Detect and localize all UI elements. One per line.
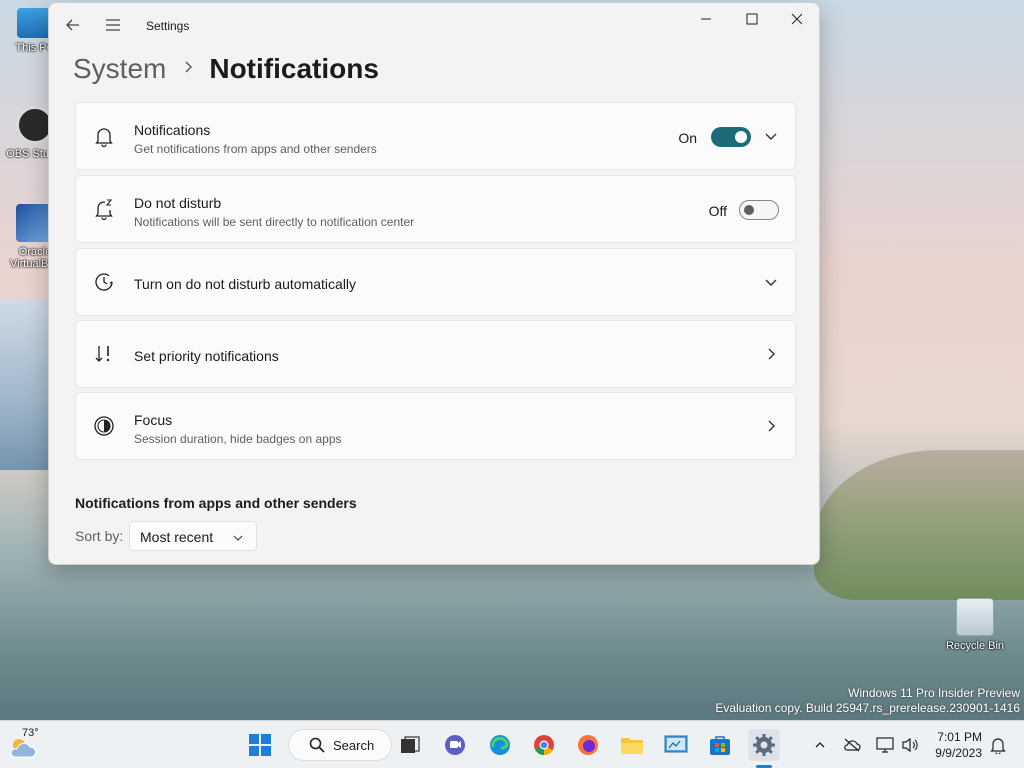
toggle-knob	[744, 205, 754, 215]
hamburger-icon	[106, 19, 120, 31]
card-title: Notifications	[134, 122, 211, 138]
settings-window: Settings System Notifications Notificati…	[48, 2, 820, 565]
store-app[interactable]	[704, 729, 736, 761]
back-arrow-icon	[66, 19, 79, 31]
onedrive-tray-button[interactable]	[836, 729, 868, 761]
search-label: Search	[333, 737, 375, 753]
breadcrumb: System Notifications	[73, 47, 379, 91]
show-hidden-icons-button[interactable]	[804, 729, 836, 761]
store-icon	[710, 736, 730, 755]
card-title: Focus	[134, 412, 173, 428]
task-view-icon	[401, 736, 420, 753]
toggle-state-label: On	[678, 130, 697, 146]
taskbar-search[interactable]: Search	[288, 729, 392, 761]
focus-icon	[92, 414, 116, 438]
chrome-app[interactable]	[528, 729, 560, 761]
clock-time: 7:01 PM	[937, 730, 982, 744]
chevron-down-icon	[232, 531, 244, 543]
control-panel-app[interactable]	[660, 729, 692, 761]
section-title: Notifications from apps and other sender…	[75, 495, 357, 511]
card-notifications[interactable]: Notifications Get notifications from app…	[75, 102, 796, 170]
card-subtitle: Session duration, hide badges on apps	[134, 432, 342, 446]
card-title: Do not disturb	[134, 195, 222, 211]
bell-icon	[92, 124, 116, 148]
chevron-down-icon[interactable]	[761, 126, 781, 146]
clock-icon	[92, 270, 116, 294]
file-explorer-app[interactable]	[616, 729, 648, 761]
menu-button[interactable]	[99, 11, 127, 39]
chevron-right-icon[interactable]	[761, 416, 781, 436]
card-subtitle: Get notifications from apps and other se…	[134, 142, 377, 156]
card-priority-notifications[interactable]: Set priority notifications	[75, 320, 796, 388]
notification-center-button[interactable]	[982, 729, 1014, 761]
close-icon	[791, 13, 803, 25]
close-button[interactable]	[774, 3, 819, 35]
weather-temp: 73°	[22, 727, 39, 739]
notifications-toggle[interactable]	[711, 127, 751, 147]
volume-icon	[902, 737, 918, 753]
taskbar: 73° Search 7:01 PM 9/9/2023	[0, 720, 1024, 768]
gear-icon	[753, 734, 775, 756]
desktop-icon-label: Recycle Bin	[945, 640, 1005, 652]
card-focus[interactable]: Focus Session duration, hide badges on a…	[75, 392, 796, 460]
watermark-line-1: Windows 11 Pro Insider Preview	[848, 686, 1020, 700]
recycle-bin-icon	[956, 598, 994, 636]
watermark-line-2: Evaluation copy. Build 25947.rs_prerelea…	[715, 701, 1020, 715]
toggle-state-label: Off	[708, 203, 727, 219]
sort-dropdown[interactable]: Most recent	[129, 521, 257, 551]
quick-settings-button[interactable]	[868, 729, 928, 761]
snooze-bell-icon	[92, 197, 116, 221]
watermark: Windows 11 Pro Insider Preview Evaluatio…	[715, 686, 1020, 716]
control-panel-icon	[664, 735, 688, 753]
start-button[interactable]	[244, 729, 276, 761]
wallpaper-hill	[814, 450, 1024, 600]
edge-icon	[490, 735, 510, 755]
firefox-app[interactable]	[572, 729, 604, 761]
firefox-icon	[578, 735, 598, 755]
settings-app[interactable]	[748, 729, 780, 761]
network-icon	[876, 737, 894, 753]
chrome-icon	[534, 735, 554, 755]
chat-app[interactable]	[439, 729, 471, 761]
desktop-icon-recycle-bin[interactable]: Recycle Bin	[940, 598, 1010, 652]
sort-value: Most recent	[140, 529, 214, 545]
priority-sort-icon	[92, 342, 116, 366]
card-title: Turn on do not disturb automatically	[134, 276, 357, 292]
windows-logo-icon	[249, 734, 271, 756]
edge-app[interactable]	[484, 729, 516, 761]
page-title: Notifications	[209, 53, 379, 84]
chevron-right-icon[interactable]	[761, 344, 781, 364]
card-dnd-automatically[interactable]: Turn on do not disturb automatically	[75, 248, 796, 316]
card-subtitle: Notifications will be sent directly to n…	[134, 215, 415, 229]
card-do-not-disturb[interactable]: Do not disturb Notifications will be sen…	[75, 175, 796, 243]
breadcrumb-parent-system[interactable]: System	[73, 53, 166, 85]
clock-date: 9/9/2023	[935, 746, 982, 760]
do-not-disturb-toggle[interactable]	[739, 200, 779, 220]
chat-icon	[445, 735, 465, 755]
chevron-right-icon	[184, 60, 193, 79]
maximize-button[interactable]	[729, 3, 775, 35]
folder-icon	[621, 738, 643, 754]
toggle-knob	[735, 131, 747, 143]
search-icon	[309, 737, 325, 753]
card-title: Set priority notifications	[134, 348, 279, 364]
back-button[interactable]	[59, 11, 87, 39]
sort-label: Sort by:	[75, 528, 124, 544]
minimize-icon	[701, 18, 711, 20]
cloud-offline-icon	[844, 738, 861, 752]
title-bar: Settings	[49, 3, 819, 47]
maximize-icon	[746, 13, 758, 25]
window-title: Settings	[146, 19, 190, 33]
chevron-up-icon	[815, 742, 825, 748]
bell-icon	[990, 738, 1006, 754]
minimize-button[interactable]	[683, 3, 729, 35]
chevron-down-icon[interactable]	[761, 272, 781, 292]
clock[interactable]: 7:01 PM 9/9/2023	[935, 729, 982, 761]
task-view-button[interactable]	[394, 729, 426, 761]
